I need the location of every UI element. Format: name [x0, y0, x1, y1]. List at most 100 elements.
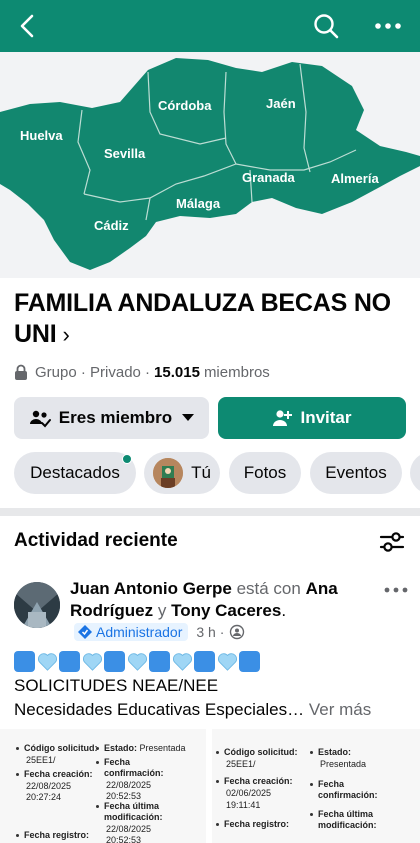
post-period: . — [281, 601, 287, 620]
doc-label: Fecha — [104, 757, 131, 767]
post-connector: está con — [236, 579, 301, 598]
light-blue-heart-icon — [171, 651, 193, 672]
doc-label: Código solicitud: — [24, 743, 98, 753]
doc-value: 19:11:41 — [226, 800, 261, 810]
doc-label: Fecha creación: — [224, 776, 293, 786]
light-blue-heart-icon — [81, 651, 103, 672]
tagged-person-2[interactable]: Tony Caceres — [171, 601, 281, 620]
post-and: y — [157, 601, 167, 620]
bullet — [96, 747, 99, 750]
admin-badge[interactable]: Administrador — [74, 623, 189, 641]
doc-value: 25EE1/ — [26, 755, 56, 765]
bullet — [96, 805, 99, 808]
doc-label: Fecha creación: — [24, 769, 93, 779]
post-text-snippet: Necesidades Educativas Especiales… — [14, 700, 305, 719]
caret-down-icon — [182, 414, 195, 421]
lock-icon — [14, 364, 28, 380]
tab-eventos[interactable]: Eventos — [310, 452, 402, 494]
emoji-row — [14, 651, 260, 673]
map-label-almeria: Almería — [331, 171, 379, 186]
doc-label: Estado: — [318, 747, 352, 757]
doc-label: modificación: — [104, 812, 163, 822]
bullet — [16, 773, 19, 776]
bullet — [310, 751, 313, 754]
post-image-2[interactable]: Código solicitud: 25EE1/ Estado: Present… — [212, 729, 420, 843]
post-text-line1: SOLICITUDES NEAE/NEE — [14, 676, 219, 695]
doc-value: 02/06/2025 — [226, 788, 272, 798]
filter-sliders-icon[interactable] — [378, 528, 406, 556]
doc-label: confirmación: — [104, 768, 164, 778]
tab-more[interactable] — [410, 452, 420, 494]
doc-value: 20:52:53 — [106, 835, 142, 843]
blue-square-icon — [149, 651, 170, 672]
doc-label: Estado: — [104, 743, 138, 753]
doc-value: 22/08/2025 — [26, 781, 72, 791]
light-blue-heart-icon — [216, 651, 238, 672]
doc-value: 22/08/2025 — [106, 824, 152, 834]
member-button[interactable]: Eres miembro — [14, 397, 209, 439]
map-label-huelva: Huelva — [20, 128, 63, 143]
post-text-line2: Necesidades Educativas Especiales… Ver m… — [14, 699, 406, 721]
doc-value: 25EE1/ — [226, 759, 256, 769]
light-blue-heart-icon — [36, 651, 58, 672]
notification-dot — [122, 454, 132, 464]
invite-button-label: Invitar — [300, 408, 352, 427]
post-time: 3 h · — [196, 624, 225, 640]
andalusia-map: Córdoba Jaén Huelva Sevilla Granada Alme… — [0, 58, 420, 270]
map-label-cordoba: Córdoba — [158, 98, 212, 113]
section-divider — [0, 508, 420, 516]
tab-fotos-label: Fotos — [243, 463, 287, 482]
post-image-1[interactable]: Código solicitud: 25EE1/ Estado: Present… — [0, 729, 206, 843]
doc-value: 20:27:24 — [26, 792, 62, 802]
avatar — [153, 458, 184, 488]
tab-bar: Destacados Tú Fotos Eventos — [0, 452, 420, 496]
chevron-right-icon: › — [62, 322, 70, 347]
tab-eventos-label: Eventos — [325, 463, 387, 482]
member-button-label: Eres miembro — [58, 408, 173, 427]
chevron-left-icon[interactable] — [14, 12, 42, 40]
doc-value: 22/08/2025 — [106, 780, 152, 790]
members-label: miembros — [203, 363, 270, 381]
light-blue-heart-icon — [126, 651, 148, 672]
map-label-sevilla: Sevilla — [104, 146, 146, 161]
more-horizontal-icon[interactable] — [382, 580, 410, 600]
group-title[interactable]: FAMILIA ANDALUZA BECAS NO UNI › — [14, 288, 406, 350]
blue-square-icon — [194, 651, 215, 672]
admin-shield-icon — [78, 625, 92, 639]
map-label-malaga: Málaga — [176, 196, 221, 211]
doc-label: Fecha última — [318, 809, 374, 819]
map-label-granada: Granada — [242, 170, 296, 185]
cover-photo[interactable]: Córdoba Jaén Huelva Sevilla Granada Alme… — [0, 52, 420, 278]
tab-tu-label: Tú — [191, 463, 211, 482]
doc-value: Presentada — [320, 759, 367, 769]
blue-square-icon — [14, 651, 35, 672]
doc-label: Fecha registro: — [224, 819, 290, 829]
more-horizontal-icon[interactable] — [372, 12, 404, 40]
top-bar — [0, 0, 420, 52]
tab-destacados[interactable]: Destacados — [14, 452, 136, 494]
search-icon[interactable] — [312, 12, 340, 40]
group-meta: Grupo · Privado · 15.015 miembros — [14, 361, 270, 383]
admin-badge-label: Administrador — [96, 624, 183, 640]
bullet — [310, 783, 313, 786]
doc-label: Código solicitud: — [224, 747, 298, 757]
bullet — [216, 823, 219, 826]
blue-square-icon — [104, 651, 125, 672]
doc-value: Presentada — [139, 743, 186, 753]
post-header: Juan Antonio Gerpe está con Ana Rodrígue… — [70, 578, 370, 622]
see-more-link[interactable]: Ver más — [309, 700, 371, 719]
bullet — [310, 813, 313, 816]
invite-button[interactable]: Invitar — [218, 397, 406, 439]
tab-tu[interactable]: Tú — [144, 452, 220, 494]
group-privacy: Grupo · Privado · — [35, 363, 151, 381]
doc-label: modificación: — [318, 820, 377, 830]
tab-destacados-label: Destacados — [30, 463, 120, 482]
tab-fotos[interactable]: Fotos — [229, 452, 301, 494]
members-audience-icon — [230, 624, 245, 640]
bullet — [16, 747, 19, 750]
doc-label: Fecha última — [104, 801, 160, 811]
map-label-cadiz: Cádiz — [94, 218, 129, 233]
avatar[interactable] — [14, 582, 60, 628]
post-meta: Administrador 3 h · — [74, 622, 245, 642]
post-author[interactable]: Juan Antonio Gerpe — [70, 579, 232, 598]
